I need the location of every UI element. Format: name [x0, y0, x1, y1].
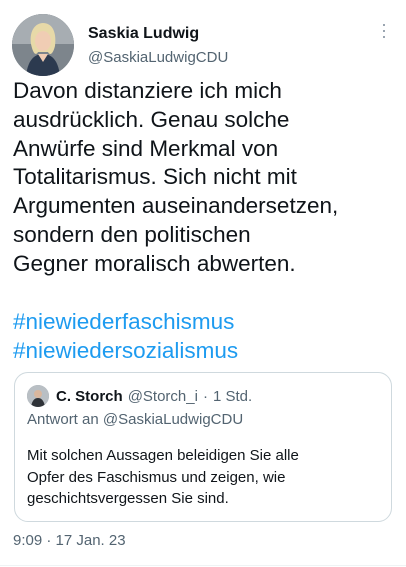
- tweet-text: Davon distanziere ich mich ausdrücklich.…: [13, 78, 339, 276]
- quoted-tweet-text: Mit solchen Aussagen beleidigen Sie alle…: [27, 447, 299, 507]
- quoted-reply-context: Antwort an @SaskiaLudwigCDU: [27, 411, 244, 428]
- divider: [0, 565, 406, 566]
- author-names: Saskia Ludwig @SaskiaLudwigCDU: [88, 24, 228, 68]
- tweet-header: Saskia Ludwig @SaskiaLudwigCDU · · ·: [12, 14, 394, 76]
- tweet-hashtags: #niewiederfaschismus #niewiedersozialism…: [13, 308, 238, 366]
- hashtag-link[interactable]: #niewiederfaschismus: [13, 308, 238, 337]
- author-handle[interactable]: @SaskiaLudwigCDU: [88, 48, 228, 68]
- quoted-author-avatar: [27, 385, 49, 407]
- author-avatar[interactable]: [12, 14, 74, 76]
- quoted-tweet-age: 1 Std.: [212, 387, 253, 405]
- tweet-timestamp[interactable]: 9:09 · 17 Jan. 23: [13, 532, 126, 549]
- author-display-name[interactable]: Saskia Ludwig: [88, 24, 228, 44]
- quoted-tweet-header: C. Storch @Storch_i · 1 Std.: [27, 385, 252, 407]
- quoted-author-name: C. Storch: [56, 387, 123, 405]
- more-vertical-icon[interactable]: · · ·: [378, 15, 390, 45]
- quoted-tweet-card[interactable]: C. Storch @Storch_i · 1 Std. Antwort an …: [14, 372, 392, 522]
- hashtag-link[interactable]: #niewiedersozialismus: [13, 337, 238, 366]
- quoted-author-handle: @Storch_i: [127, 387, 198, 405]
- meta-separator: ·: [202, 387, 208, 405]
